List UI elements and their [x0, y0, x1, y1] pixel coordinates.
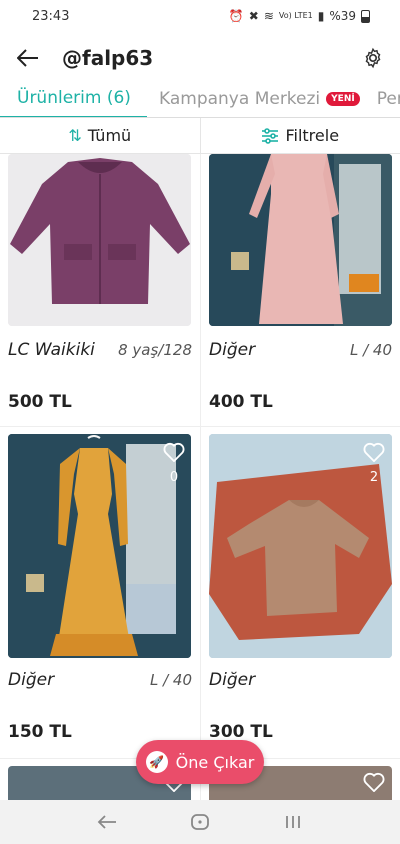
product-meta: Diğer: [209, 670, 392, 690]
product-card[interactable]: Diğer L / 40 400 TL: [200, 154, 400, 434]
product-price: 500 TL: [8, 392, 72, 412]
heart-icon: [163, 442, 185, 463]
battery-icon: [361, 9, 370, 23]
system-nav-bar: [0, 800, 400, 844]
boost-label: Öne Çıkar: [175, 752, 255, 772]
product-brand: LC Waikiki: [8, 340, 95, 360]
tab-campaign-center[interactable]: Kampanya Merkezi YENİ: [147, 80, 360, 117]
page-title: @falp63: [62, 46, 154, 70]
product-meta: LC Waikiki 8 yaş/128: [8, 340, 192, 360]
wifi-icon: ≋: [263, 9, 274, 23]
row-divider: [0, 426, 400, 427]
product-price: 300 TL: [209, 722, 273, 742]
tab-bar: Ürünlerim (6) Kampanya Merkezi YENİ Perf: [0, 80, 400, 118]
recents-icon: [286, 816, 301, 828]
like-button[interactable]: [362, 772, 386, 796]
like-count: 0: [169, 470, 179, 485]
product-card[interactable]: 0 Diğer L / 40 150 TL: [0, 434, 200, 764]
toolbar: ⇅ Tümü Filtrele: [0, 118, 400, 154]
product-size: L / 40: [349, 341, 392, 359]
tab-label: Kampanya Merkezi: [159, 89, 321, 109]
product-meta: Diğer L / 40: [8, 670, 192, 690]
back-arrow-icon: [97, 815, 116, 829]
sort-button[interactable]: ⇅ Tümü: [0, 118, 200, 153]
filter-button[interactable]: Filtrele: [199, 118, 400, 153]
product-price: 400 TL: [209, 392, 273, 412]
dress-image: [209, 154, 392, 326]
product-photo: [8, 154, 191, 326]
nav-home-button[interactable]: [180, 807, 220, 837]
network-label: Vo) LTE1: [278, 11, 313, 20]
alarm-icon: ⏰: [228, 9, 244, 23]
filter-label: Filtrele: [285, 126, 340, 145]
settings-button[interactable]: [360, 45, 386, 71]
boost-button[interactable]: 🚀 Öne Çıkar: [136, 740, 264, 784]
product-grid: LC Waikiki 8 yaş/128 500 TL Diğer L / 40…: [0, 154, 400, 800]
product-brand: Diğer: [209, 670, 256, 690]
product-size: 8 yaş/128: [118, 341, 192, 359]
nav-back-button[interactable]: [87, 807, 127, 837]
rocket-icon: 🚀: [145, 751, 168, 773]
new-badge: YENİ: [326, 92, 360, 106]
product-card[interactable]: LC Waikiki 8 yaş/128 500 TL: [0, 154, 200, 434]
tab-label: Perf: [376, 89, 400, 109]
product-price: 150 TL: [8, 722, 72, 742]
sort-label: Tümü: [87, 126, 132, 145]
tab-my-products[interactable]: Ürünlerim (6): [0, 80, 147, 117]
heart-icon: [363, 772, 385, 793]
status-bar: 23:43 ⏰ ✖ ≋ Vo) LTE1 ▮ %39: [0, 0, 400, 32]
gear-icon: [365, 47, 381, 69]
product-card[interactable]: 2 Diğer 300 TL: [200, 434, 400, 764]
home-icon: [191, 814, 209, 830]
product-meta: Diğer L / 40: [209, 340, 392, 360]
heart-icon: [363, 442, 385, 463]
tab-label: Ürünlerim (6): [17, 88, 131, 108]
like-button[interactable]: 0: [162, 442, 186, 485]
signal-icon: ▮: [317, 9, 325, 23]
back-button[interactable]: [14, 44, 42, 72]
filter-sliders-icon: [262, 127, 279, 144]
back-arrow-icon: [17, 49, 38, 67]
tab-performance[interactable]: Perf: [360, 80, 400, 117]
battery-percent: %39: [329, 9, 356, 23]
sort-arrows-icon: ⇅: [68, 126, 82, 145]
product-brand: Diğer: [8, 670, 55, 690]
status-icons: ⏰ ✖ ≋ Vo) LTE1 ▮ %39: [229, 9, 370, 23]
product-brand: Diğer: [209, 340, 256, 360]
coat-image: [8, 154, 191, 326]
product-size: L / 40: [149, 671, 192, 689]
like-count: 2: [369, 470, 379, 485]
like-button[interactable]: 2: [362, 442, 386, 485]
nav-recents-button[interactable]: [273, 807, 313, 837]
mute-icon: ✖: [248, 9, 259, 23]
status-time: 23:43: [32, 8, 70, 24]
product-photo: [209, 154, 392, 326]
app-header: @falp63: [0, 36, 400, 80]
